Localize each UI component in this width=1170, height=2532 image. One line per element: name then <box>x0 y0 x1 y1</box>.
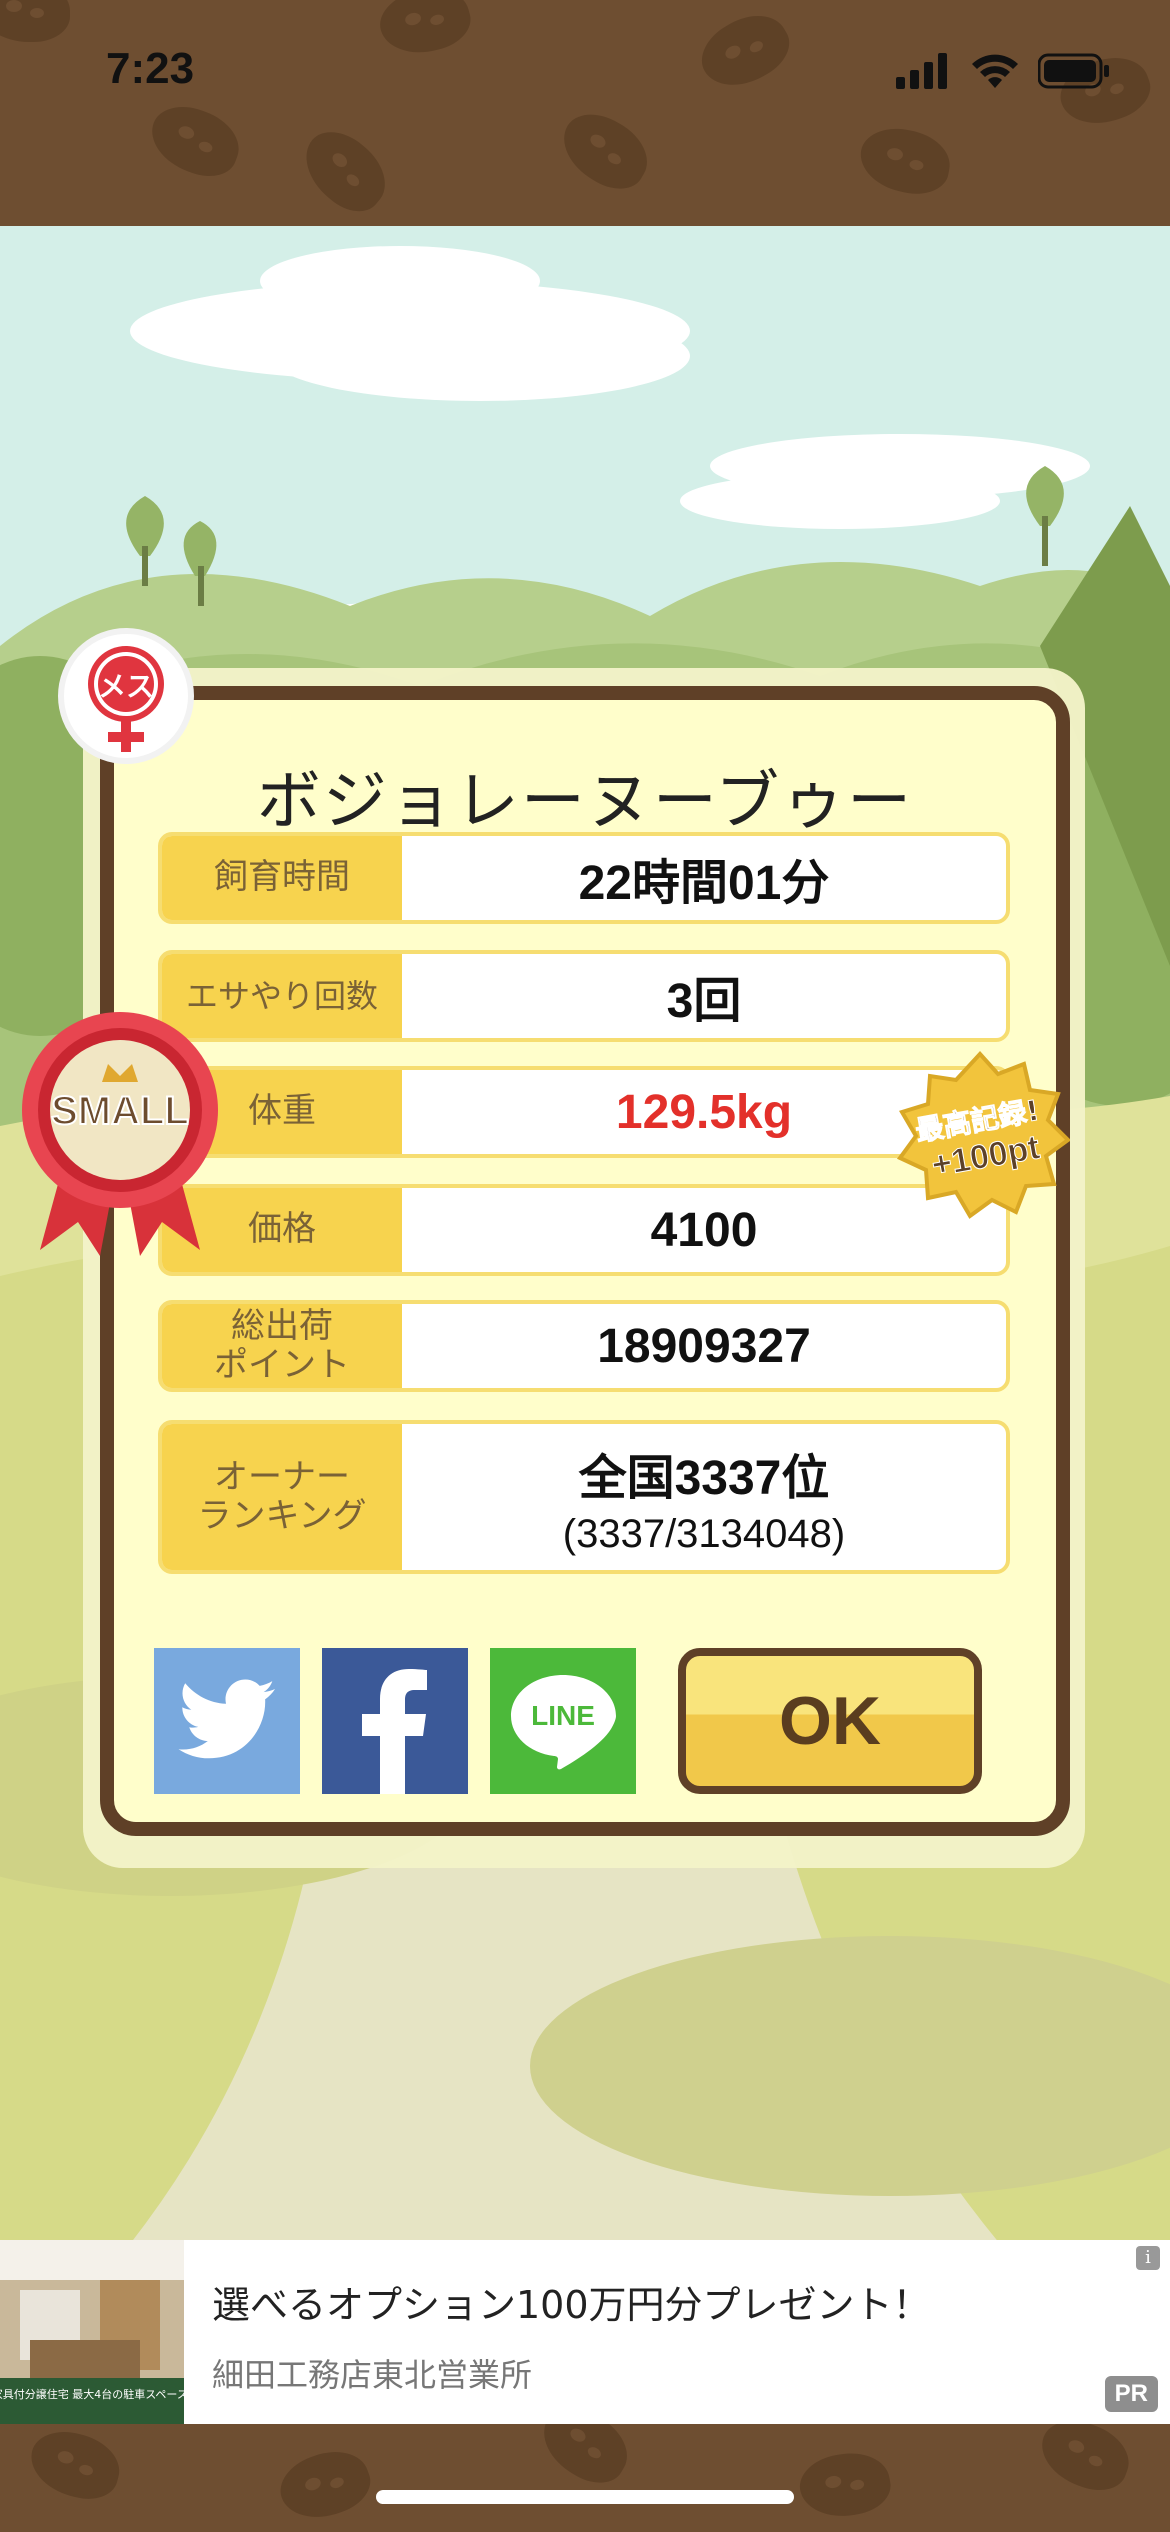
row-value: 22時間01分 <box>402 836 1006 920</box>
row-weight: 体重 129.5kg <box>158 1066 1010 1158</box>
status-icons <box>896 52 1110 90</box>
bean-pattern <box>690 1 800 101</box>
row-total-points: 総出荷 ポイント 18909327 <box>158 1300 1010 1392</box>
starburst-icon: 最高記録! +100pt <box>896 1051 1072 1219</box>
ad-sponsor[interactable]: 細田工務店東北営業所 <box>212 2350 532 2396</box>
gender-badge: メス <box>58 628 194 764</box>
wifi-icon <box>972 54 1018 88</box>
row-label: 飼育時間 <box>162 836 402 920</box>
line-icon: LINE <box>511 1675 616 1770</box>
value-text: 129.5kg <box>615 1085 793 1139</box>
row-owner-ranking: オーナー ランキング 全国3337位 (3337/3134048) <box>158 1420 1010 1574</box>
line-label: LINE <box>531 1700 595 1731</box>
signal-icon <box>896 53 947 89</box>
home-indicator[interactable] <box>376 2490 794 2504</box>
bean-pattern <box>1032 2424 1138 2500</box>
status-bar: 7:23 <box>0 0 1170 226</box>
bottom-bar <box>0 2424 1170 2532</box>
ad-banner[interactable]: 家具付分譲住宅 最大4台の駐車スペース! 選べるオプション100万円分プレゼント… <box>0 2240 1170 2424</box>
ribbon-icon: SMALL <box>22 1012 218 1256</box>
result-card: ボジョレーヌーブゥー 飼育時間 22時間01分 エサやり回数 3回 体重 129… <box>100 686 1070 1836</box>
bean-pattern <box>550 101 660 201</box>
bean-pattern <box>272 2440 378 2530</box>
row-label: 総出荷 ポイント <box>162 1304 402 1388</box>
ad-thumbnail[interactable]: 家具付分譲住宅 最大4台の駐車スペース! <box>0 2240 184 2424</box>
bean-pattern <box>530 2424 640 2495</box>
value-subtext: (3337/3134048) <box>562 1511 846 1556</box>
row-price: 価格 4100 <box>158 1184 1010 1276</box>
row-label: オーナー ランキング <box>162 1424 402 1570</box>
character-name: ボジョレーヌーブゥー <box>256 765 914 839</box>
bean-pattern <box>142 96 248 186</box>
ad-info-icon[interactable]: i <box>1136 2246 1160 2270</box>
gender-label: メス <box>98 670 154 703</box>
facebook-icon <box>362 1669 427 1794</box>
battery-icon <box>1038 53 1109 89</box>
row-breeding-time: 飼育時間 22時間01分 <box>158 832 1010 924</box>
ad-title[interactable]: 選べるオプション100万円分プレゼント！ <box>212 2274 931 2329</box>
size-label: SMALL <box>51 1089 189 1133</box>
ad-pr-badge: PR <box>1104 2376 1158 2412</box>
value-text: 4100 <box>650 1203 758 1257</box>
bean-pattern <box>795 2446 895 2524</box>
bean-pattern <box>23 2424 127 2507</box>
status-time: 7:23 <box>106 44 195 93</box>
bean-pattern <box>0 0 70 42</box>
house-photo-image: 家具付分譲住宅 最大4台の駐車スペース! <box>0 2240 184 2424</box>
bean-pattern <box>290 118 400 224</box>
bean-pattern <box>373 0 477 63</box>
value-text: 18909327 <box>597 1319 811 1373</box>
twitter-icon <box>178 1679 275 1759</box>
twitter-share-button[interactable] <box>154 1648 300 1794</box>
row-feed-count: エサやり回数 3回 <box>158 950 1010 1042</box>
ok-button[interactable]: OK <box>678 1648 982 1794</box>
value-text: 全国3337位 <box>578 1451 830 1505</box>
ad-thumb-text: 家具付分譲住宅 最大4台の駐車スペース! <box>0 2387 184 2401</box>
facebook-share-button[interactable] <box>322 1648 468 1794</box>
value-text: 3回 <box>666 975 742 1028</box>
bean-pattern <box>855 122 955 200</box>
size-ribbon-badge: SMALL <box>20 1000 220 1260</box>
value-text: 22時間01分 <box>578 857 830 910</box>
row-value: 全国3337位 (3337/3134048) <box>402 1424 1006 1570</box>
row-value: 3回 <box>402 954 1006 1038</box>
row-value: 18909327 <box>402 1304 1006 1388</box>
female-icon: メス <box>88 646 164 752</box>
line-share-button[interactable]: LINE <box>490 1648 636 1794</box>
record-badge: 最高記録! +100pt <box>890 1050 1072 1220</box>
